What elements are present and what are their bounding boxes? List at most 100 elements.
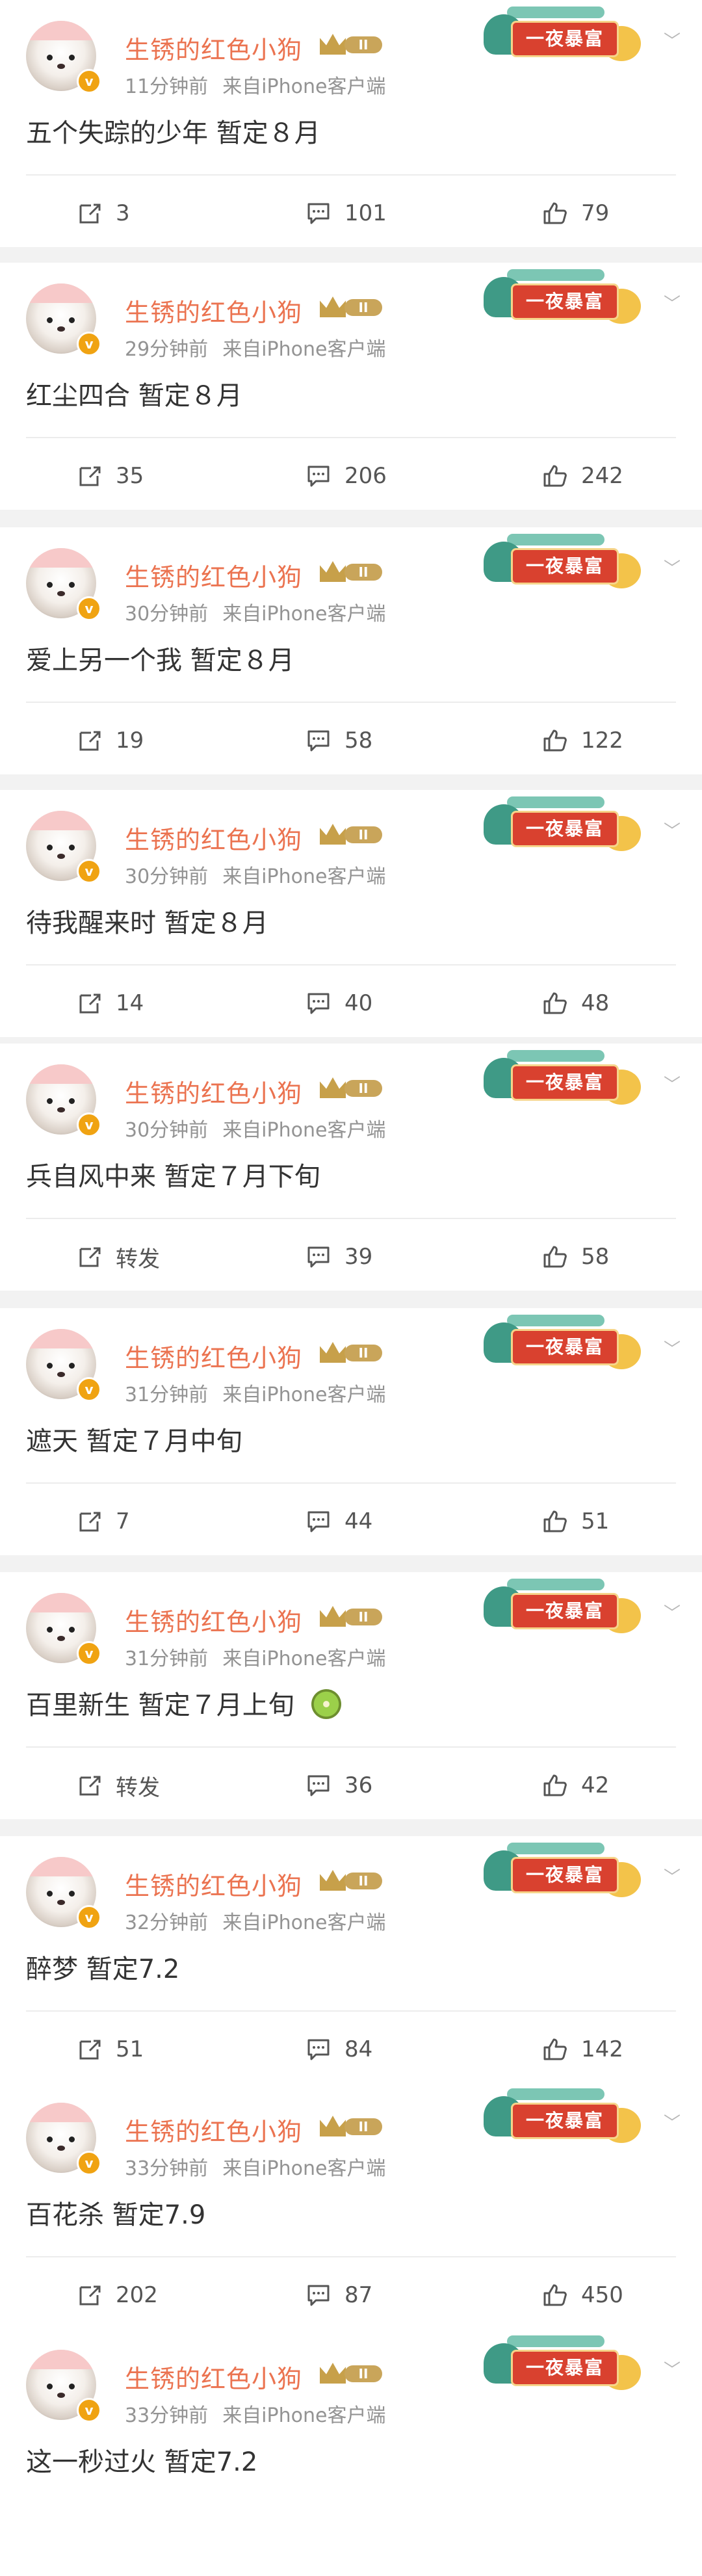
avatar[interactable]: v xyxy=(22,1588,101,1666)
post-text[interactable]: 兵自风中来 暂定７月下旬 xyxy=(26,1155,320,1193)
member-level-badge[interactable]: II xyxy=(320,31,385,57)
repost-button[interactable]: 3 xyxy=(77,182,130,244)
post-card[interactable]: v 生锈的红色小狗 II 31分钟前 来自iPhone客户端 一夜暴富 ﹀ 遮天 … xyxy=(0,1308,702,1555)
member-level-badge[interactable]: II xyxy=(320,1603,385,1629)
repost-button[interactable]: 202 xyxy=(77,2264,158,2326)
decoration-card[interactable]: 一夜暴富 xyxy=(481,2086,650,2146)
decoration-card[interactable]: 一夜暴富 xyxy=(481,4,650,64)
comment-count: 36 xyxy=(344,1772,373,1798)
post-text[interactable]: 红尘四合 暂定８月 xyxy=(26,375,242,412)
member-level-badge[interactable]: II xyxy=(320,2113,385,2139)
comment-button[interactable]: 44 xyxy=(306,1490,372,1553)
like-button[interactable]: 42 xyxy=(542,1754,609,1817)
like-button[interactable]: 450 xyxy=(542,2264,623,2326)
username[interactable]: 生锈的红色小狗 xyxy=(125,30,302,66)
post-card[interactable]: v 生锈的红色小狗 II 33分钟前 来自iPhone客户端 一夜暴富 ﹀ 百花杀… xyxy=(0,2082,702,2329)
comment-button[interactable]: 36 xyxy=(306,1754,372,1817)
comment-button[interactable]: 101 xyxy=(306,182,387,244)
username[interactable]: 生锈的红色小狗 xyxy=(125,293,302,328)
decoration-card[interactable]: 一夜暴富 xyxy=(481,1576,650,1636)
chevron-down-icon[interactable]: ﹀ xyxy=(659,1601,685,1627)
post-text[interactable]: 遮天 暂定７月中旬 xyxy=(26,1420,242,1458)
repost-button[interactable]: 14 xyxy=(77,972,144,1034)
comment-button[interactable]: 58 xyxy=(306,709,372,772)
repost-button[interactable]: 7 xyxy=(77,1490,130,1553)
decoration-card[interactable]: 一夜暴富 xyxy=(481,794,650,854)
post-card[interactable]: v 生锈的红色小狗 II 30分钟前 来自iPhone客户端 一夜暴富 ﹀ 爱上另… xyxy=(0,527,702,774)
comment-button[interactable]: 40 xyxy=(306,972,372,1034)
post-card[interactable]: v 生锈的红色小狗 II 32分钟前 来自iPhone客户端 一夜暴富 ﹀ 醉梦 … xyxy=(0,1836,702,2083)
member-level-badge[interactable]: II xyxy=(320,1867,385,1893)
avatar[interactable]: v xyxy=(22,1059,101,1137)
repost-button[interactable]: 51 xyxy=(77,2018,144,2081)
username[interactable]: 生锈的红色小狗 xyxy=(125,1073,302,1109)
chevron-down-icon[interactable]: ﹀ xyxy=(659,1337,685,1363)
member-level-badge[interactable]: II xyxy=(320,2360,385,2386)
like-button[interactable]: 58 xyxy=(542,1226,609,1288)
thumbs-up-icon xyxy=(543,1510,567,1532)
decoration-card[interactable]: 一夜暴富 xyxy=(481,1312,650,1372)
like-button[interactable]: 242 xyxy=(542,445,623,507)
username[interactable]: 生锈的红色小狗 xyxy=(125,1866,302,1902)
avatar[interactable]: v xyxy=(22,1852,101,1930)
chevron-down-icon[interactable]: ﹀ xyxy=(659,819,685,845)
avatar[interactable]: v xyxy=(22,278,101,356)
username[interactable]: 生锈的红色小狗 xyxy=(125,2112,302,2148)
avatar[interactable]: v xyxy=(22,2345,101,2423)
like-button[interactable]: 48 xyxy=(542,972,609,1034)
post-text[interactable]: 醉梦 暂定7.2 xyxy=(26,1948,179,1986)
avatar[interactable]: v xyxy=(22,16,101,94)
chevron-down-icon[interactable]: ﹀ xyxy=(659,1072,685,1098)
chevron-down-icon[interactable]: ﹀ xyxy=(659,29,685,55)
post-text[interactable]: 这一秒过火 暂定7.2 xyxy=(26,2441,257,2478)
repost-button[interactable]: 35 xyxy=(77,445,144,507)
member-level-badge[interactable]: II xyxy=(320,821,385,847)
avatar[interactable]: v xyxy=(22,806,101,884)
level-label: II xyxy=(344,299,382,316)
comment-button[interactable]: 84 xyxy=(306,2018,372,2081)
avatar[interactable]: v xyxy=(22,543,101,621)
decoration-card[interactable]: 一夜暴富 xyxy=(481,531,650,591)
like-button[interactable]: 122 xyxy=(542,709,623,772)
repost-button[interactable]: 转发 xyxy=(77,1754,160,1817)
post-card[interactable]: v 生锈的红色小狗 II 33分钟前 来自iPhone客户端 一夜暴富 ﹀ 这一秒… xyxy=(0,2329,702,2576)
repost-button[interactable]: 转发 xyxy=(77,1226,160,1288)
chevron-down-icon[interactable]: ﹀ xyxy=(659,556,685,582)
decoration-card[interactable]: 一夜暴富 xyxy=(481,1047,650,1107)
member-level-badge[interactable]: II xyxy=(320,1339,385,1365)
post-text[interactable]: 百里新生 暂定７月上旬 xyxy=(26,1684,342,1722)
chevron-down-icon[interactable]: ﹀ xyxy=(659,291,685,317)
post-text[interactable]: 爱上另一个我 暂定８月 xyxy=(26,639,294,677)
post-card[interactable]: v 生锈的红色小狗 II 30分钟前 来自iPhone客户端 一夜暴富 ﹀ 待我醒… xyxy=(0,790,702,1037)
username[interactable]: 生锈的红色小狗 xyxy=(125,820,302,856)
like-button[interactable]: 51 xyxy=(542,1490,609,1553)
comment-button[interactable]: 206 xyxy=(306,445,387,507)
post-card[interactable]: v 生锈的红色小狗 II 29分钟前 来自iPhone客户端 一夜暴富 ﹀ 红尘四… xyxy=(0,263,702,510)
decoration-card[interactable]: 一夜暴富 xyxy=(481,267,650,326)
avatar[interactable]: v xyxy=(22,1324,101,1402)
like-button[interactable]: 142 xyxy=(542,2018,623,2081)
member-level-badge[interactable]: II xyxy=(320,559,385,585)
avatar[interactable]: v xyxy=(22,2097,101,2175)
post-card[interactable]: v 生锈的红色小狗 II 30分钟前 来自iPhone客户端 一夜暴富 ﹀ 兵自风… xyxy=(0,1044,702,1291)
like-button[interactable]: 79 xyxy=(542,182,609,244)
post-text[interactable]: 五个失踪的少年 暂定８月 xyxy=(26,112,320,150)
member-level-badge[interactable]: II xyxy=(320,294,385,320)
username[interactable]: 生锈的红色小狗 xyxy=(125,1338,302,1374)
repost-button[interactable]: 19 xyxy=(77,709,144,772)
decoration-card[interactable]: 一夜暴富 xyxy=(481,2333,650,2393)
post-card[interactable]: v 生锈的红色小狗 II 31分钟前 来自iPhone客户端 一夜暴富 ﹀ 百里新… xyxy=(0,1572,702,1819)
member-level-badge[interactable]: II xyxy=(320,1075,385,1101)
username[interactable]: 生锈的红色小狗 xyxy=(125,2359,302,2395)
post-text[interactable]: 百花杀 暂定7.9 xyxy=(26,2194,205,2231)
username[interactable]: 生锈的红色小狗 xyxy=(125,557,302,593)
post-text[interactable]: 待我醒来时 暂定８月 xyxy=(26,902,268,940)
chevron-down-icon[interactable]: ﹀ xyxy=(659,2358,685,2384)
decoration-card[interactable]: 一夜暴富 xyxy=(481,1840,650,1900)
chevron-down-icon[interactable]: ﹀ xyxy=(659,2110,685,2136)
username[interactable]: 生锈的红色小狗 xyxy=(125,1602,302,1638)
chevron-down-icon[interactable]: ﹀ xyxy=(659,1865,685,1891)
comment-button[interactable]: 39 xyxy=(306,1226,372,1288)
comment-button[interactable]: 87 xyxy=(306,2264,372,2326)
post-card[interactable]: v 生锈的红色小狗 II 11分钟前 来自iPhone客户端 一夜暴富 ﹀ 五个失… xyxy=(0,0,702,247)
